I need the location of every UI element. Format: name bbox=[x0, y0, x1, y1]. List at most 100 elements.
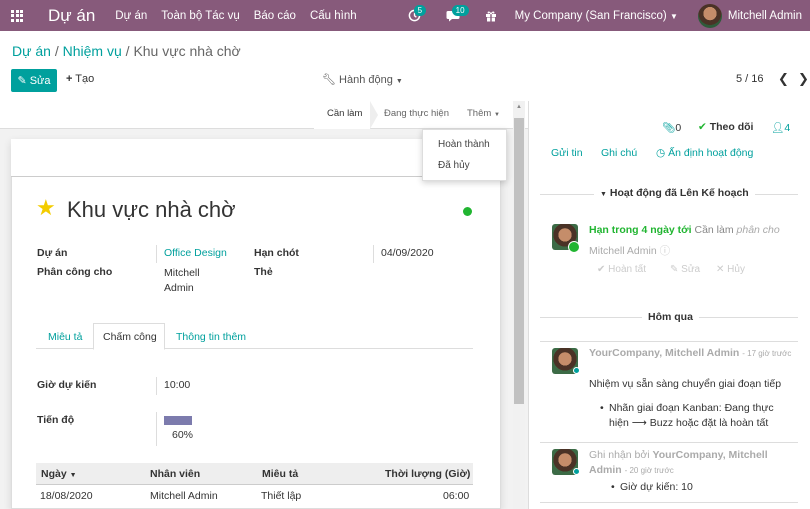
stage-separator bbox=[370, 101, 378, 129]
message-header: Ghi nhận bởi YourCompany, Mitchell Admin… bbox=[589, 449, 768, 476]
breadcrumb-current: Khu vực nhà chờ bbox=[133, 43, 241, 59]
pencil-icon: ✎ bbox=[17, 75, 27, 87]
message-tracking-item: • Nhãn giai đoạn Kanban: Đang thực hiện ⟶ … bbox=[600, 402, 774, 429]
column-description[interactable]: Miêu tả bbox=[262, 468, 298, 480]
stage-option-cancelled[interactable]: Đã hủy bbox=[438, 160, 470, 171]
stage-dropdown-menu: Hoàn thành Đã hủy bbox=[422, 129, 507, 181]
close-icon: ✕ bbox=[716, 264, 725, 275]
breadcrumb-tasks[interactable]: Nhiệm vụ bbox=[63, 43, 122, 59]
edit-button[interactable]: ✎ Sửa bbox=[11, 69, 57, 92]
app-brand[interactable]: Dự án bbox=[48, 6, 95, 26]
schedule-activity-button[interactable]: ◷ Ấn định hoạt động bbox=[656, 147, 753, 159]
message-count-badge: 10 bbox=[451, 4, 469, 16]
assigned-value[interactable]: Mitchell Admin bbox=[164, 266, 200, 296]
row-employee[interactable]: Mitchell Admin bbox=[150, 490, 218, 502]
tab-timesheet[interactable]: Chấm công bbox=[103, 331, 157, 343]
scroll-up-icon[interactable]: ▲ bbox=[513, 104, 525, 110]
paperclip-icon: 📎︎ bbox=[662, 122, 676, 134]
kanban-state-dot[interactable] bbox=[463, 207, 472, 216]
online-status-dot bbox=[573, 468, 580, 475]
pager-next-icon[interactable]: ❯ bbox=[798, 71, 809, 87]
attachments-button[interactable]: 📎︎0 bbox=[662, 121, 681, 134]
row-date[interactable]: 18/08/2020 bbox=[40, 490, 93, 502]
check-icon: ✔ bbox=[597, 264, 606, 275]
menu-configuration[interactable]: Cấu hình bbox=[310, 10, 357, 22]
column-duration[interactable]: Thời lượng (Giờ) bbox=[385, 468, 470, 480]
column-employee[interactable]: Nhân viên bbox=[150, 468, 200, 480]
field-divider bbox=[156, 377, 157, 395]
tab-description[interactable]: Miêu tả bbox=[48, 331, 82, 343]
activity-type-badge bbox=[568, 241, 580, 253]
menu-reporting[interactable]: Báo cáo bbox=[254, 10, 296, 22]
priority-star-icon[interactable]: ★ bbox=[36, 196, 56, 220]
stage-in-progress[interactable]: Đang thực hiện bbox=[384, 108, 449, 119]
log-note-button[interactable]: Ghi chú bbox=[601, 147, 637, 159]
user-menu[interactable]: Mitchell Admin bbox=[728, 10, 802, 22]
date-separator: Hôm qua bbox=[642, 311, 699, 323]
progress-bar bbox=[164, 416, 211, 425]
planned-hours-value[interactable]: 10:00 bbox=[164, 379, 190, 391]
create-button[interactable]: + Tạo bbox=[66, 73, 94, 85]
user-avatar[interactable] bbox=[697, 3, 722, 28]
cancel-activity-button[interactable]: ✕ Hủy bbox=[716, 264, 745, 275]
message-header: YourCompany, Mitchell Admin - 17 giờ trư… bbox=[589, 347, 792, 359]
project-value[interactable]: Office Design bbox=[164, 247, 227, 259]
company-switcher[interactable]: My Company (San Francisco) ▼ bbox=[515, 10, 678, 22]
info-icon[interactable]: ⓘ bbox=[660, 245, 671, 257]
deadline-value[interactable]: 04/09/2020 bbox=[381, 247, 434, 259]
progress-value: 60% bbox=[172, 429, 194, 441]
user-icon: 👤︎ bbox=[771, 122, 785, 134]
plus-icon: + bbox=[66, 73, 73, 85]
send-message-button[interactable]: Gửi tin bbox=[551, 147, 583, 159]
mark-done-button[interactable]: ✔ Hoàn tất bbox=[597, 264, 646, 275]
menu-all-tasks[interactable]: Toàn bộ Tác vụ bbox=[161, 10, 239, 22]
scrollbar-thumb[interactable] bbox=[514, 118, 524, 404]
apps-menu-icon[interactable] bbox=[2, 0, 32, 31]
caret-down-icon: ▼ bbox=[493, 112, 500, 118]
follow-button[interactable]: ✔ Theo dõi bbox=[698, 121, 753, 133]
message-divider bbox=[540, 442, 798, 443]
tags-label: Thẻ bbox=[254, 266, 273, 278]
project-label: Dự án bbox=[37, 247, 68, 259]
field-divider bbox=[373, 245, 374, 263]
action-menu[interactable]: 🔧︎ Hành động ▼ bbox=[322, 73, 403, 86]
sort-caret-icon: ▼ bbox=[69, 472, 77, 479]
pager-value[interactable]: 5 / 16 bbox=[736, 73, 764, 85]
clock-icon: ◷ bbox=[656, 147, 666, 159]
wrench-icon: 🔧︎ bbox=[322, 74, 336, 86]
followers-button[interactable]: 👤︎4 bbox=[771, 121, 790, 134]
deadline-label: Hạn chót bbox=[254, 247, 299, 259]
column-date[interactable]: Ngày ▼ bbox=[41, 468, 77, 480]
assigned-label: Phân công cho bbox=[37, 266, 113, 278]
row-duration[interactable]: 06:00 bbox=[443, 490, 469, 502]
message-body: Nhiệm vụ sẵn sàng chuyển giai đoạn tiếp bbox=[589, 378, 782, 390]
stage-todo[interactable]: Cần làm bbox=[327, 108, 362, 119]
menu-projects[interactable]: Dự án bbox=[115, 10, 147, 22]
planned-activities-toggle[interactable]: ▼ Hoạt động đã Lên Kế hoạch bbox=[594, 187, 755, 199]
pencil-icon: ✎ bbox=[670, 264, 679, 275]
check-icon: ✔ bbox=[698, 121, 707, 133]
tab-extra-info[interactable]: Thông tin thêm bbox=[176, 331, 246, 343]
row-description[interactable]: Thiết lập bbox=[261, 490, 301, 502]
pager-previous-icon[interactable]: ❮ bbox=[778, 71, 789, 87]
stage-more-dropdown[interactable]: Thêm ▼ bbox=[467, 108, 500, 119]
gift-icon[interactable] bbox=[481, 6, 501, 26]
field-divider bbox=[156, 245, 157, 263]
activity-header: Hạn trong 4 ngày tới Cần làm phân cho bbox=[589, 224, 780, 236]
edit-activity-button[interactable]: ✎ Sửa bbox=[670, 264, 700, 275]
stage-option-done[interactable]: Hoàn thành bbox=[438, 139, 490, 150]
top-navbar: Dự án Dự án Toàn bộ Tác vụ Báo cáo Cấu h… bbox=[0, 0, 810, 31]
breadcrumb-projects[interactable]: Dự án bbox=[12, 43, 51, 59]
breadcrumb: Dự án / Nhiệm vụ / Khu vực nhà chờ bbox=[12, 43, 241, 59]
breadcrumb-separator: / bbox=[54, 43, 63, 59]
caret-down-icon: ▼ bbox=[395, 78, 403, 85]
message-tracking-item: • Giờ dự kiến: 10 bbox=[611, 481, 693, 493]
messages-icon[interactable]: 10 bbox=[443, 4, 469, 26]
activity-clock-icon[interactable]: 5 bbox=[405, 4, 427, 26]
progress-bar-fill bbox=[164, 416, 193, 425]
field-divider bbox=[156, 412, 157, 446]
caret-down-icon: ▼ bbox=[600, 191, 607, 198]
planned-hours-label: Giờ dự kiến bbox=[37, 379, 97, 391]
activity-count-badge: 5 bbox=[413, 4, 427, 16]
activity-user: Mitchell Admin ⓘ bbox=[589, 245, 671, 257]
